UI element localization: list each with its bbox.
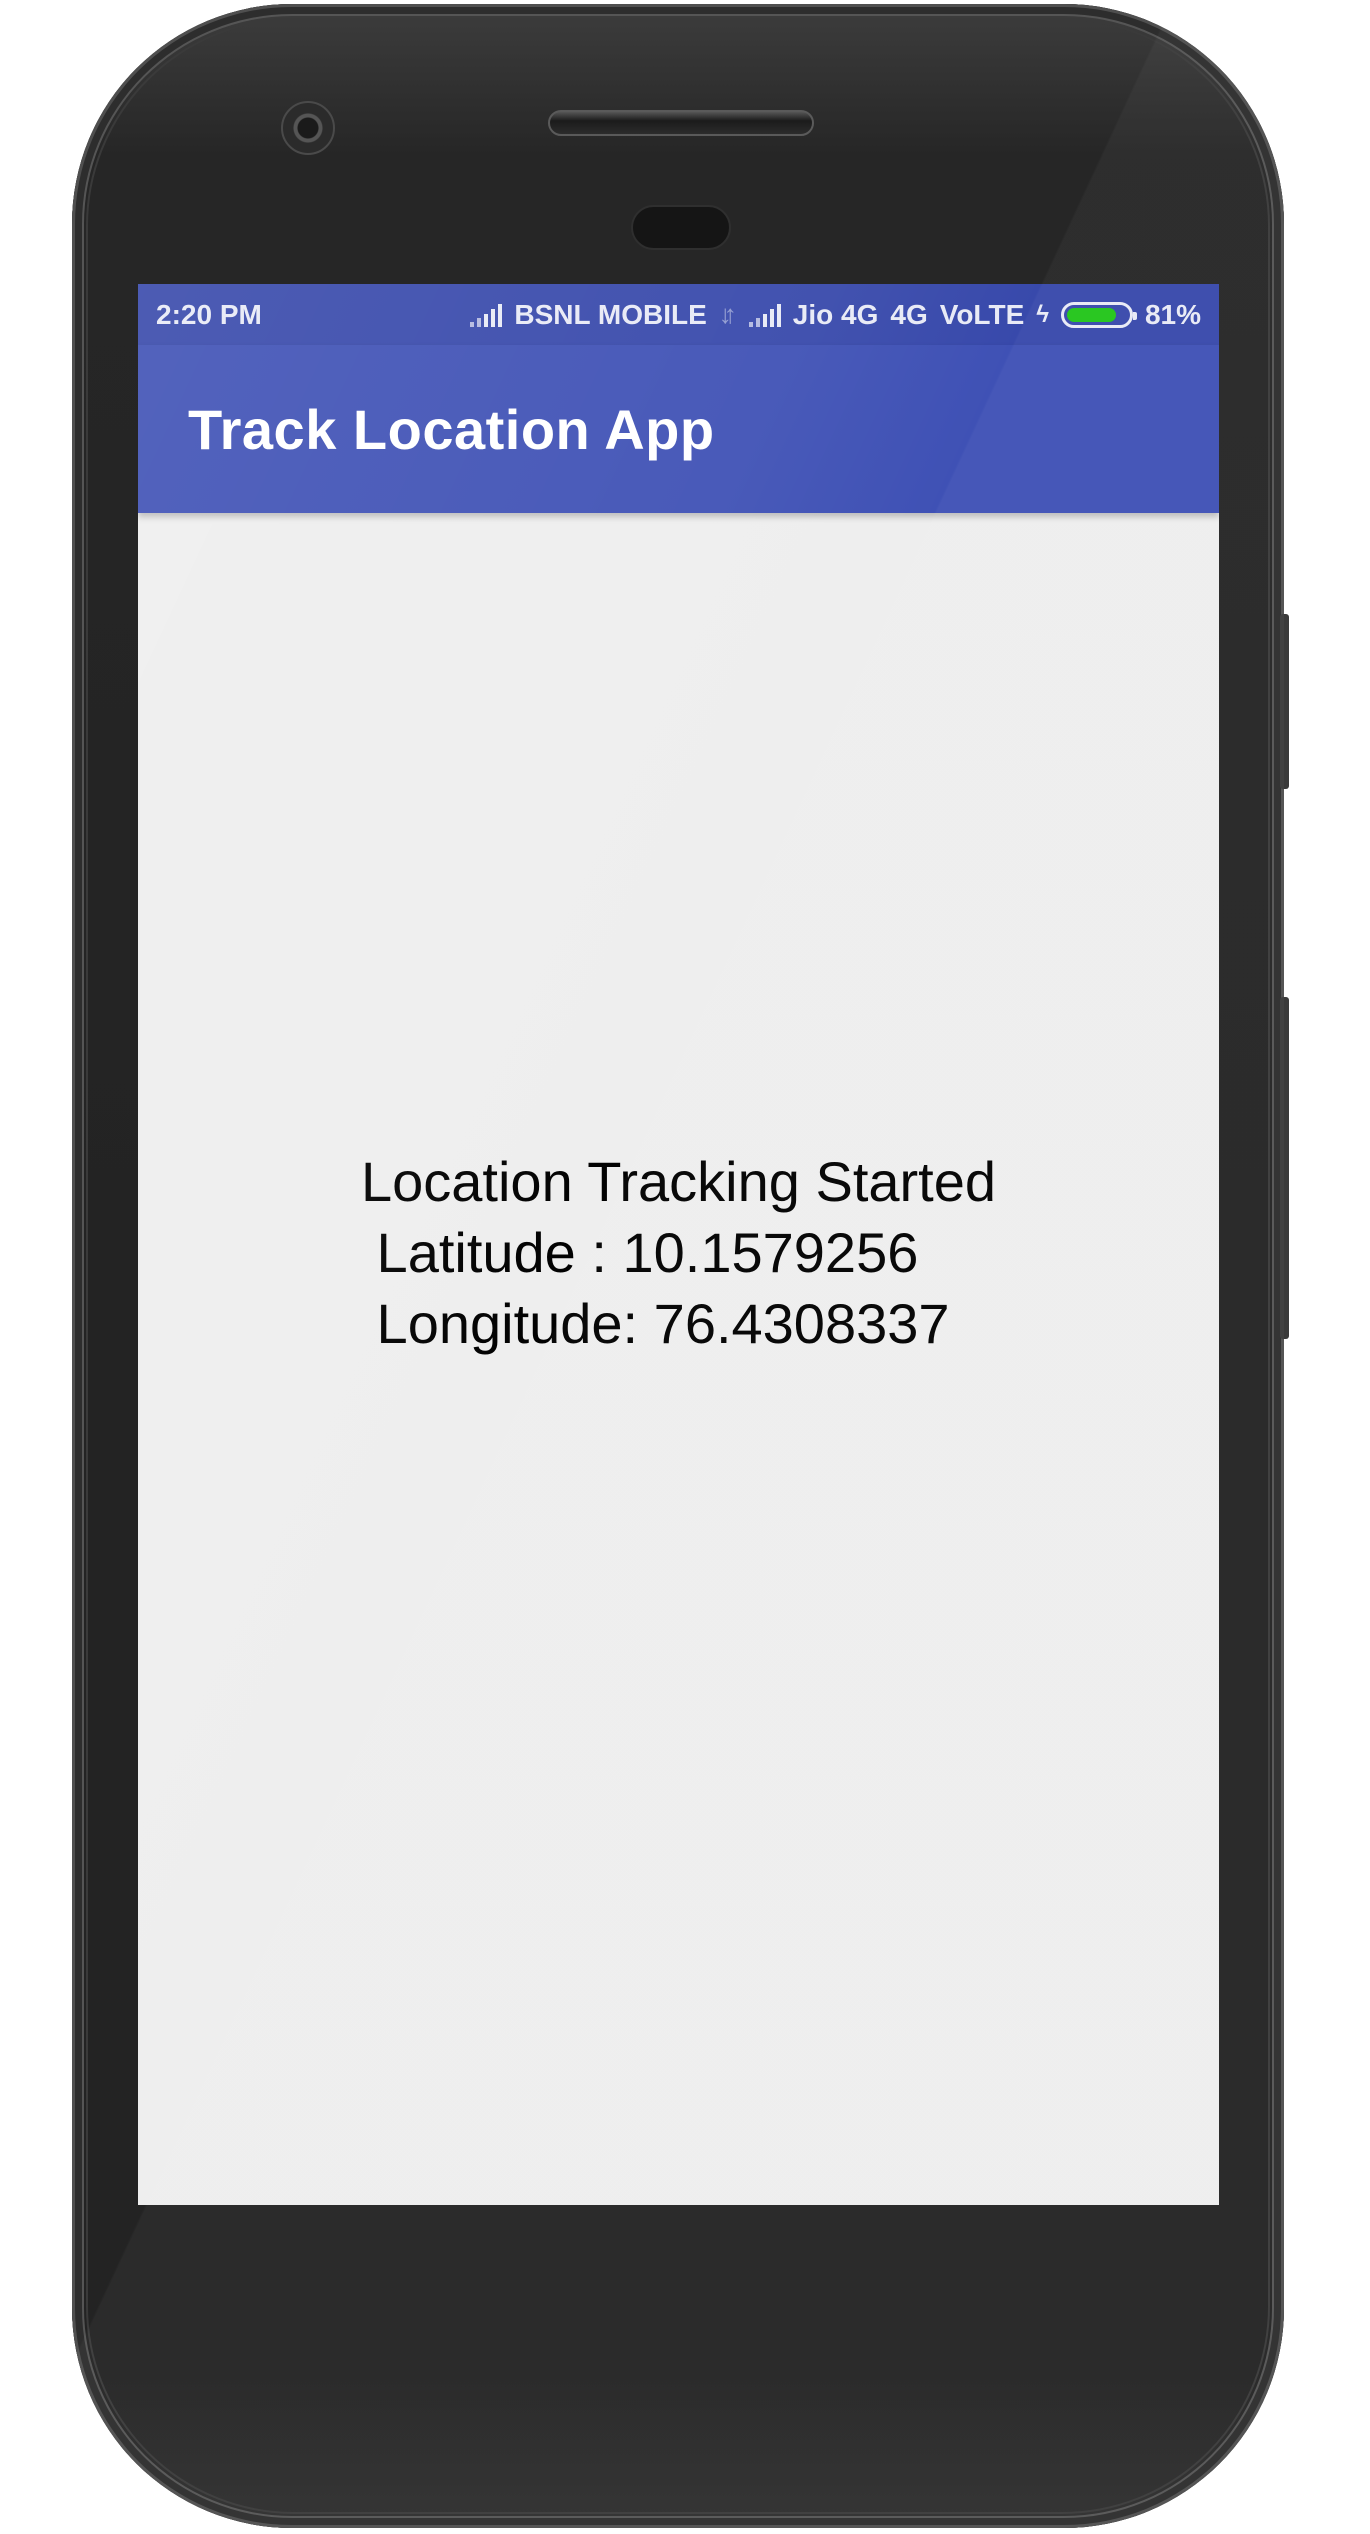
device-screen: 2:20 PM BSNL MOBILE ↓↑ Jio 4G 4G VoLTE ϟ…: [138, 284, 1219, 2205]
signal-icon: [748, 303, 781, 327]
power-button: [1280, 614, 1289, 789]
carrier-1-label: BSNL MOBILE: [514, 298, 707, 330]
proximity-sensor: [631, 205, 731, 250]
volte-label: VoLTE: [939, 298, 1025, 330]
battery-icon: [1060, 301, 1137, 328]
location-readout: Location Tracking Started Latitude : 10.…: [361, 1146, 996, 1359]
status-time: 2:20 PM: [156, 298, 262, 330]
app-bar: Track Location App: [138, 345, 1219, 513]
data-arrows-icon: ↓↑: [718, 299, 737, 329]
charging-bolt-icon: ϟ: [1036, 300, 1049, 328]
front-camera-icon: [281, 101, 335, 155]
status-bar: 2:20 PM BSNL MOBILE ↓↑ Jio 4G 4G VoLTE ϟ…: [138, 284, 1219, 345]
signal-icon: [470, 303, 503, 327]
longitude-text: Longitude: 76.4308337: [360, 1291, 950, 1355]
carrier-2-label: Jio 4G: [792, 298, 879, 330]
latitude-text: Latitude : 10.1579256: [360, 1220, 919, 1284]
status-indicators: BSNL MOBILE ↓↑ Jio 4G 4G VoLTE ϟ 81%: [470, 299, 1201, 331]
volume-rocker: [1280, 997, 1289, 1339]
battery-level-fill: [1066, 307, 1116, 322]
battery-percent: 81%: [1144, 298, 1201, 330]
app-title: Track Location App: [188, 397, 715, 461]
earpiece-speaker: [548, 110, 814, 136]
network-type-label: 4G: [890, 298, 928, 330]
tracking-status-text: Location Tracking Started: [360, 1149, 997, 1213]
main-content: Location Tracking Started Latitude : 10.…: [138, 513, 1219, 2205]
